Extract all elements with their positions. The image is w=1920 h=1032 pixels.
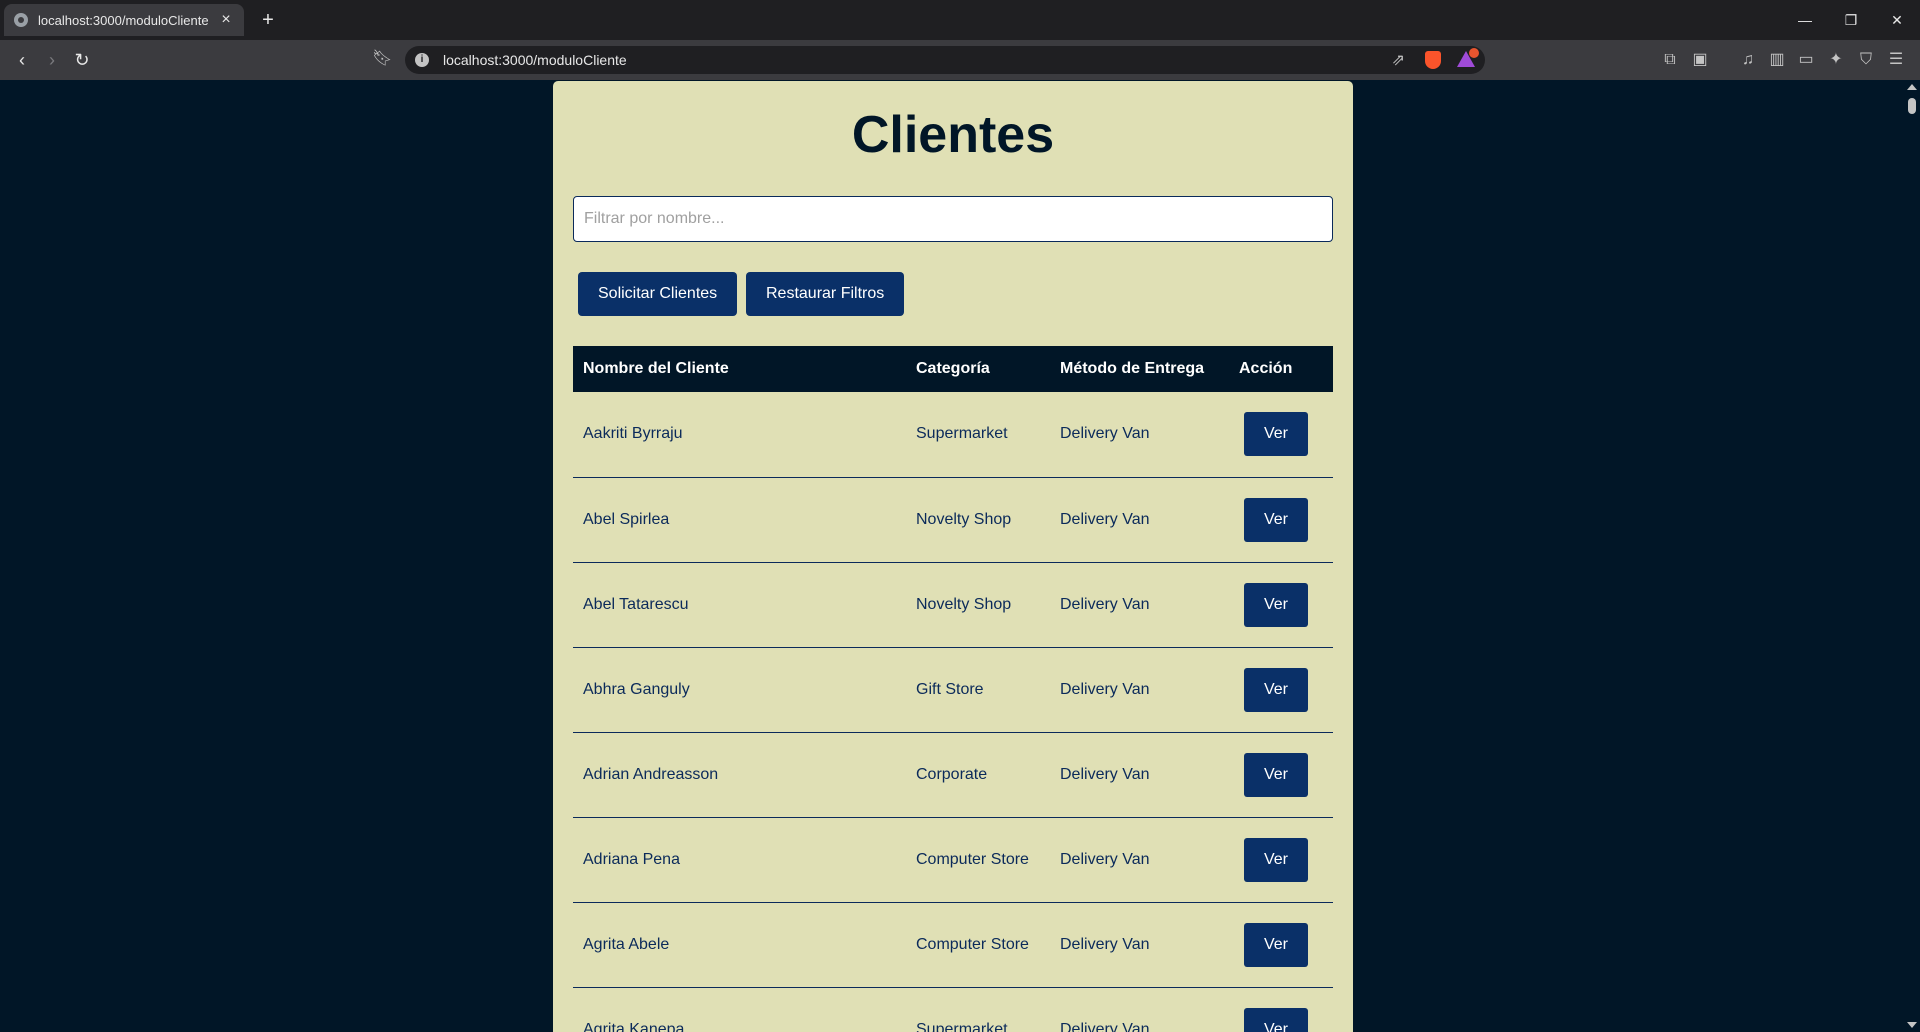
menu-icon[interactable]: ☰ — [1886, 50, 1906, 70]
view-client-button[interactable]: Ver — [1244, 412, 1308, 457]
screenshot-icon[interactable]: ▣ — [1690, 50, 1710, 70]
reset-filters-button[interactable]: Restaurar Filtros — [746, 272, 905, 316]
header-client-name: Nombre del Cliente — [573, 346, 906, 392]
scroll-thumb[interactable] — [1908, 98, 1916, 114]
table-row: Aakriti Byrraju Supermarket Delivery Van… — [573, 392, 1333, 478]
client-name: Abel Spirlea — [573, 477, 906, 563]
client-category: Corporate — [906, 732, 1050, 818]
client-delivery-method: Delivery Van — [1050, 987, 1229, 1032]
restore-icon[interactable]: ❐ — [1828, 0, 1874, 40]
table-row: Abel Tatarescu Novelty Shop Delivery Van… — [573, 562, 1333, 648]
url-text[interactable]: localhost:3000/moduloCliente — [443, 52, 627, 68]
site-info-icon[interactable]: i — [415, 53, 429, 67]
client-name: Agrita Kanepa — [573, 987, 906, 1032]
client-delivery-method: Delivery Van — [1050, 562, 1229, 648]
client-category: Supermarket — [906, 392, 1050, 478]
header-delivery-method: Método de Entrega — [1050, 346, 1229, 392]
view-client-button[interactable]: Ver — [1244, 837, 1308, 882]
action-cell: Ver — [1229, 732, 1333, 818]
action-cell: Ver — [1229, 902, 1333, 988]
action-cell: Ver — [1229, 817, 1333, 903]
clients-panel: Clientes Solicitar Clientes Restaurar Fi… — [553, 81, 1353, 1032]
client-category: Novelty Shop — [906, 562, 1050, 648]
action-cell: Ver — [1229, 477, 1333, 563]
globe-icon — [14, 13, 28, 27]
bookmark-icon[interactable]: 🔖︎ — [372, 48, 392, 68]
share-icon[interactable]: ⇗ — [1392, 50, 1405, 70]
client-name: Abel Tatarescu — [573, 562, 906, 648]
back-icon[interactable]: ‹ — [10, 48, 34, 72]
media-icon[interactable]: ♫ — [1738, 50, 1758, 70]
filter-name-input[interactable] — [573, 196, 1333, 242]
wallet-icon[interactable]: ▭ — [1796, 50, 1816, 70]
client-name: Adriana Pena — [573, 817, 906, 903]
tab-title: localhost:3000/moduloCliente — [38, 12, 209, 28]
extensions-icon[interactable]: ⧉ — [1660, 50, 1680, 70]
new-tab-button[interactable]: + — [256, 8, 280, 32]
view-client-button[interactable]: Ver — [1244, 1007, 1308, 1032]
table-row: Agrita Kanepa Supermarket Delivery Van V… — [573, 987, 1333, 1032]
reload-icon[interactable]: ↻ — [70, 48, 94, 72]
table-row: Agrita Abele Computer Store Delivery Van… — [573, 902, 1333, 988]
rewards-badge — [1469, 48, 1479, 58]
client-name: Adrian Andreasson — [573, 732, 906, 818]
clients-table: Nombre del Cliente Categoría Método de E… — [573, 346, 1333, 1032]
view-client-button[interactable]: Ver — [1244, 497, 1308, 542]
client-name: Agrita Abele — [573, 902, 906, 988]
leo-ai-icon[interactable]: ✦ — [1826, 50, 1846, 70]
minimize-icon[interactable]: — — [1782, 0, 1828, 40]
table-row: Abel Spirlea Novelty Shop Delivery Van V… — [573, 477, 1333, 563]
page-scrollbar[interactable] — [1904, 80, 1920, 1032]
view-client-button[interactable]: Ver — [1244, 752, 1308, 797]
table-row: Adrian Andreasson Corporate Delivery Van… — [573, 732, 1333, 818]
action-cell: Ver — [1229, 562, 1333, 648]
client-delivery-method: Delivery Van — [1050, 817, 1229, 903]
table-row: Abhra Ganguly Gift Store Delivery Van Ve… — [573, 647, 1333, 733]
table-row: Adriana Pena Computer Store Delivery Van… — [573, 817, 1333, 903]
page-title: Clientes — [851, 106, 1055, 164]
view-client-button[interactable]: Ver — [1244, 922, 1308, 967]
client-category: Computer Store — [906, 817, 1050, 903]
table-header-row: Nombre del Cliente Categoría Método de E… — [573, 346, 1333, 392]
action-cell: Ver — [1229, 647, 1333, 733]
client-name: Abhra Ganguly — [573, 647, 906, 733]
address-bar[interactable]: i localhost:3000/moduloCliente ⇗ — [405, 46, 1485, 74]
client-category: Novelty Shop — [906, 477, 1050, 563]
sidebar-icon[interactable]: ▥ — [1767, 50, 1787, 70]
scroll-down-icon[interactable] — [1907, 1022, 1917, 1028]
client-delivery-method: Delivery Van — [1050, 392, 1229, 478]
brave-shields-icon[interactable] — [1425, 51, 1441, 69]
view-client-button[interactable]: Ver — [1244, 582, 1308, 627]
header-action: Acción — [1229, 346, 1333, 392]
client-delivery-method: Delivery Van — [1050, 477, 1229, 563]
client-delivery-method: Delivery Van — [1050, 732, 1229, 818]
request-clients-button[interactable]: Solicitar Clientes — [578, 272, 738, 316]
client-category: Gift Store — [906, 647, 1050, 733]
scroll-up-icon[interactable] — [1907, 84, 1917, 90]
client-category: Computer Store — [906, 902, 1050, 988]
client-category: Supermarket — [906, 987, 1050, 1032]
browser-tab[interactable]: localhost:3000/moduloCliente × — [4, 4, 244, 36]
header-category: Categoría — [906, 346, 1050, 392]
client-delivery-method: Delivery Van — [1050, 902, 1229, 988]
client-name: Aakriti Byrraju — [573, 392, 906, 478]
close-window-icon[interactable]: ✕ — [1874, 0, 1920, 40]
view-client-button[interactable]: Ver — [1244, 667, 1308, 712]
close-tab-icon[interactable]: × — [218, 11, 234, 29]
action-cell: Ver — [1229, 987, 1333, 1032]
vpn-icon[interactable]: ⛉ — [1856, 50, 1876, 70]
browser-tab-bar: localhost:3000/moduloCliente × + — ❐ ✕ — [0, 0, 1920, 40]
action-cell: Ver — [1229, 392, 1333, 478]
client-delivery-method: Delivery Van — [1050, 647, 1229, 733]
forward-icon[interactable]: › — [40, 48, 64, 72]
